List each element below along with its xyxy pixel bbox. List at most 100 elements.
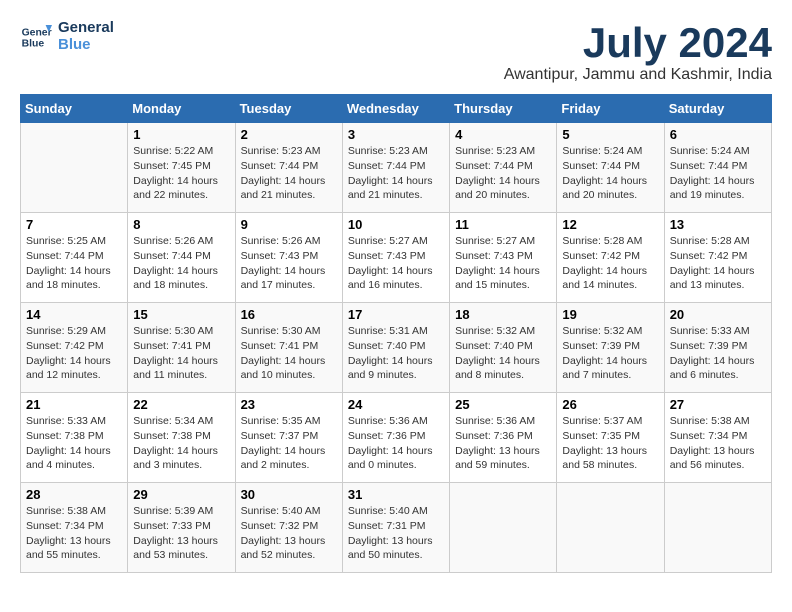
day-info: Sunrise: 5:36 AM Sunset: 7:36 PM Dayligh… <box>455 414 551 473</box>
calendar-cell: 21Sunrise: 5:33 AM Sunset: 7:38 PM Dayli… <box>21 393 128 483</box>
day-number: 21 <box>26 397 122 412</box>
day-number: 25 <box>455 397 551 412</box>
day-number: 9 <box>241 217 337 232</box>
week-row-4: 21Sunrise: 5:33 AM Sunset: 7:38 PM Dayli… <box>21 393 772 483</box>
day-number: 27 <box>670 397 766 412</box>
day-number: 13 <box>670 217 766 232</box>
day-number: 18 <box>455 307 551 322</box>
location-subtitle: Awantipur, Jammu and Kashmir, India <box>504 66 772 84</box>
calendar-cell: 11 Sunrise: 5:27 AM Sunset: 7:43 PM Dayli… <box>450 213 557 303</box>
day-info: Sunrise: 5:32 AM Sunset: 7:40 PM Dayligh… <box>455 324 551 383</box>
day-number: 12 <box>562 217 658 232</box>
day-info: Sunrise: 5:27 AM Sunset: 7:43 PM Dayligh… <box>455 234 551 293</box>
logo-line2: Blue <box>58 37 114 54</box>
calendar-cell: 1Sunrise: 5:22 AM Sunset: 7:45 PM Daylig… <box>128 123 235 213</box>
day-info: Sunrise: 5:38 AM Sunset: 7:34 PM Dayligh… <box>26 504 122 563</box>
title-section: July 2024 Awantipur, Jammu and Kashmir, … <box>504 20 772 84</box>
day-info: Sunrise: 5:29 AM Sunset: 7:42 PM Dayligh… <box>26 324 122 383</box>
calendar-table: Sunday Monday Tuesday Wednesday Thursday… <box>20 94 772 573</box>
day-number: 20 <box>670 307 766 322</box>
calendar-cell: 17Sunrise: 5:31 AM Sunset: 7:40 PM Dayli… <box>342 303 449 393</box>
logo: General Blue General Blue <box>20 20 114 53</box>
day-number: 7 <box>26 217 122 232</box>
day-info: Sunrise: 5:26 AM Sunset: 7:43 PM Dayligh… <box>241 234 337 293</box>
logo-icon: General Blue <box>20 21 52 53</box>
calendar-cell: 14 Sunrise: 5:29 AM Sunset: 7:42 PM Dayli… <box>21 303 128 393</box>
calendar-cell: 16Sunrise: 5:30 AM Sunset: 7:41 PM Dayli… <box>235 303 342 393</box>
calendar-body: 1Sunrise: 5:22 AM Sunset: 7:45 PM Daylig… <box>21 123 772 573</box>
month-title: July 2024 <box>504 20 772 66</box>
day-number: 28 <box>26 487 122 502</box>
day-info: Sunrise: 5:23 AM Sunset: 7:44 PM Dayligh… <box>241 144 337 203</box>
day-number: 15 <box>133 307 229 322</box>
calendar-cell: 28 Sunrise: 5:38 AM Sunset: 7:34 PM Dayli… <box>21 483 128 573</box>
day-number: 31 <box>348 487 444 502</box>
header: General Blue General Blue July 2024 Awan… <box>20 20 772 84</box>
calendar-cell <box>557 483 664 573</box>
day-info: Sunrise: 5:28 AM Sunset: 7:42 PM Dayligh… <box>670 234 766 293</box>
col-thursday: Thursday <box>450 95 557 123</box>
day-info: Sunrise: 5:37 AM Sunset: 7:35 PM Dayligh… <box>562 414 658 473</box>
calendar-cell: 2Sunrise: 5:23 AM Sunset: 7:44 PM Daylig… <box>235 123 342 213</box>
col-tuesday: Tuesday <box>235 95 342 123</box>
day-number: 17 <box>348 307 444 322</box>
calendar-header: Sunday Monday Tuesday Wednesday Thursday… <box>21 95 772 123</box>
day-number: 19 <box>562 307 658 322</box>
day-info: Sunrise: 5:36 AM Sunset: 7:36 PM Dayligh… <box>348 414 444 473</box>
day-number: 1 <box>133 127 229 142</box>
calendar-cell: 26 Sunrise: 5:37 AM Sunset: 7:35 PM Dayli… <box>557 393 664 483</box>
calendar-cell: 22 Sunrise: 5:34 AM Sunset: 7:38 PM Dayli… <box>128 393 235 483</box>
day-info: Sunrise: 5:25 AM Sunset: 7:44 PM Dayligh… <box>26 234 122 293</box>
svg-text:Blue: Blue <box>22 38 45 49</box>
calendar-cell: 20 Sunrise: 5:33 AM Sunset: 7:39 PM Dayli… <box>664 303 771 393</box>
calendar-cell: 5 Sunrise: 5:24 AM Sunset: 7:44 PM Daylig… <box>557 123 664 213</box>
day-info: Sunrise: 5:33 AM Sunset: 7:39 PM Dayligh… <box>670 324 766 383</box>
day-number: 5 <box>562 127 658 142</box>
day-number: 6 <box>670 127 766 142</box>
day-number: 14 <box>26 307 122 322</box>
day-number: 24 <box>348 397 444 412</box>
day-info: Sunrise: 5:28 AM Sunset: 7:42 PM Dayligh… <box>562 234 658 293</box>
calendar-cell: 19 Sunrise: 5:32 AM Sunset: 7:39 PM Dayli… <box>557 303 664 393</box>
day-number: 11 <box>455 217 551 232</box>
day-number: 23 <box>241 397 337 412</box>
calendar-cell: 18 Sunrise: 5:32 AM Sunset: 7:40 PM Dayli… <box>450 303 557 393</box>
calendar-cell: 8Sunrise: 5:26 AM Sunset: 7:44 PM Daylig… <box>128 213 235 303</box>
calendar-cell: 7 Sunrise: 5:25 AM Sunset: 7:44 PM Daylig… <box>21 213 128 303</box>
day-info: Sunrise: 5:27 AM Sunset: 7:43 PM Dayligh… <box>348 234 444 293</box>
day-info: Sunrise: 5:26 AM Sunset: 7:44 PM Dayligh… <box>133 234 229 293</box>
calendar-cell: 3Sunrise: 5:23 AM Sunset: 7:44 PM Daylig… <box>342 123 449 213</box>
col-friday: Friday <box>557 95 664 123</box>
col-sunday: Sunday <box>21 95 128 123</box>
calendar-cell: 23 Sunrise: 5:35 AM Sunset: 7:37 PM Dayli… <box>235 393 342 483</box>
calendar-cell: 24 Sunrise: 5:36 AM Sunset: 7:36 PM Dayli… <box>342 393 449 483</box>
calendar-cell <box>21 123 128 213</box>
logo-line1: General <box>58 20 114 37</box>
calendar-cell <box>450 483 557 573</box>
day-number: 10 <box>348 217 444 232</box>
day-info: Sunrise: 5:30 AM Sunset: 7:41 PM Dayligh… <box>133 324 229 383</box>
day-number: 26 <box>562 397 658 412</box>
day-info: Sunrise: 5:34 AM Sunset: 7:38 PM Dayligh… <box>133 414 229 473</box>
day-number: 22 <box>133 397 229 412</box>
calendar-cell: 27Sunrise: 5:38 AM Sunset: 7:34 PM Dayli… <box>664 393 771 483</box>
calendar-cell: 4 Sunrise: 5:23 AM Sunset: 7:44 PM Daylig… <box>450 123 557 213</box>
day-info: Sunrise: 5:32 AM Sunset: 7:39 PM Dayligh… <box>562 324 658 383</box>
day-info: Sunrise: 5:24 AM Sunset: 7:44 PM Dayligh… <box>562 144 658 203</box>
day-number: 29 <box>133 487 229 502</box>
day-number: 4 <box>455 127 551 142</box>
calendar-cell: 13 Sunrise: 5:28 AM Sunset: 7:42 PM Dayli… <box>664 213 771 303</box>
calendar-cell: 12 Sunrise: 5:28 AM Sunset: 7:42 PM Dayli… <box>557 213 664 303</box>
day-info: Sunrise: 5:40 AM Sunset: 7:31 PM Dayligh… <box>348 504 444 563</box>
week-row-5: 28 Sunrise: 5:38 AM Sunset: 7:34 PM Dayli… <box>21 483 772 573</box>
calendar-cell: 6 Sunrise: 5:24 AM Sunset: 7:44 PM Daylig… <box>664 123 771 213</box>
day-info: Sunrise: 5:35 AM Sunset: 7:37 PM Dayligh… <box>241 414 337 473</box>
day-info: Sunrise: 5:23 AM Sunset: 7:44 PM Dayligh… <box>455 144 551 203</box>
day-info: Sunrise: 5:40 AM Sunset: 7:32 PM Dayligh… <box>241 504 337 563</box>
calendar-cell: 9 Sunrise: 5:26 AM Sunset: 7:43 PM Daylig… <box>235 213 342 303</box>
day-info: Sunrise: 5:23 AM Sunset: 7:44 PM Dayligh… <box>348 144 444 203</box>
calendar-cell: 29 Sunrise: 5:39 AM Sunset: 7:33 PM Dayli… <box>128 483 235 573</box>
day-info: Sunrise: 5:24 AM Sunset: 7:44 PM Dayligh… <box>670 144 766 203</box>
week-row-2: 7 Sunrise: 5:25 AM Sunset: 7:44 PM Daylig… <box>21 213 772 303</box>
day-info: Sunrise: 5:39 AM Sunset: 7:33 PM Dayligh… <box>133 504 229 563</box>
